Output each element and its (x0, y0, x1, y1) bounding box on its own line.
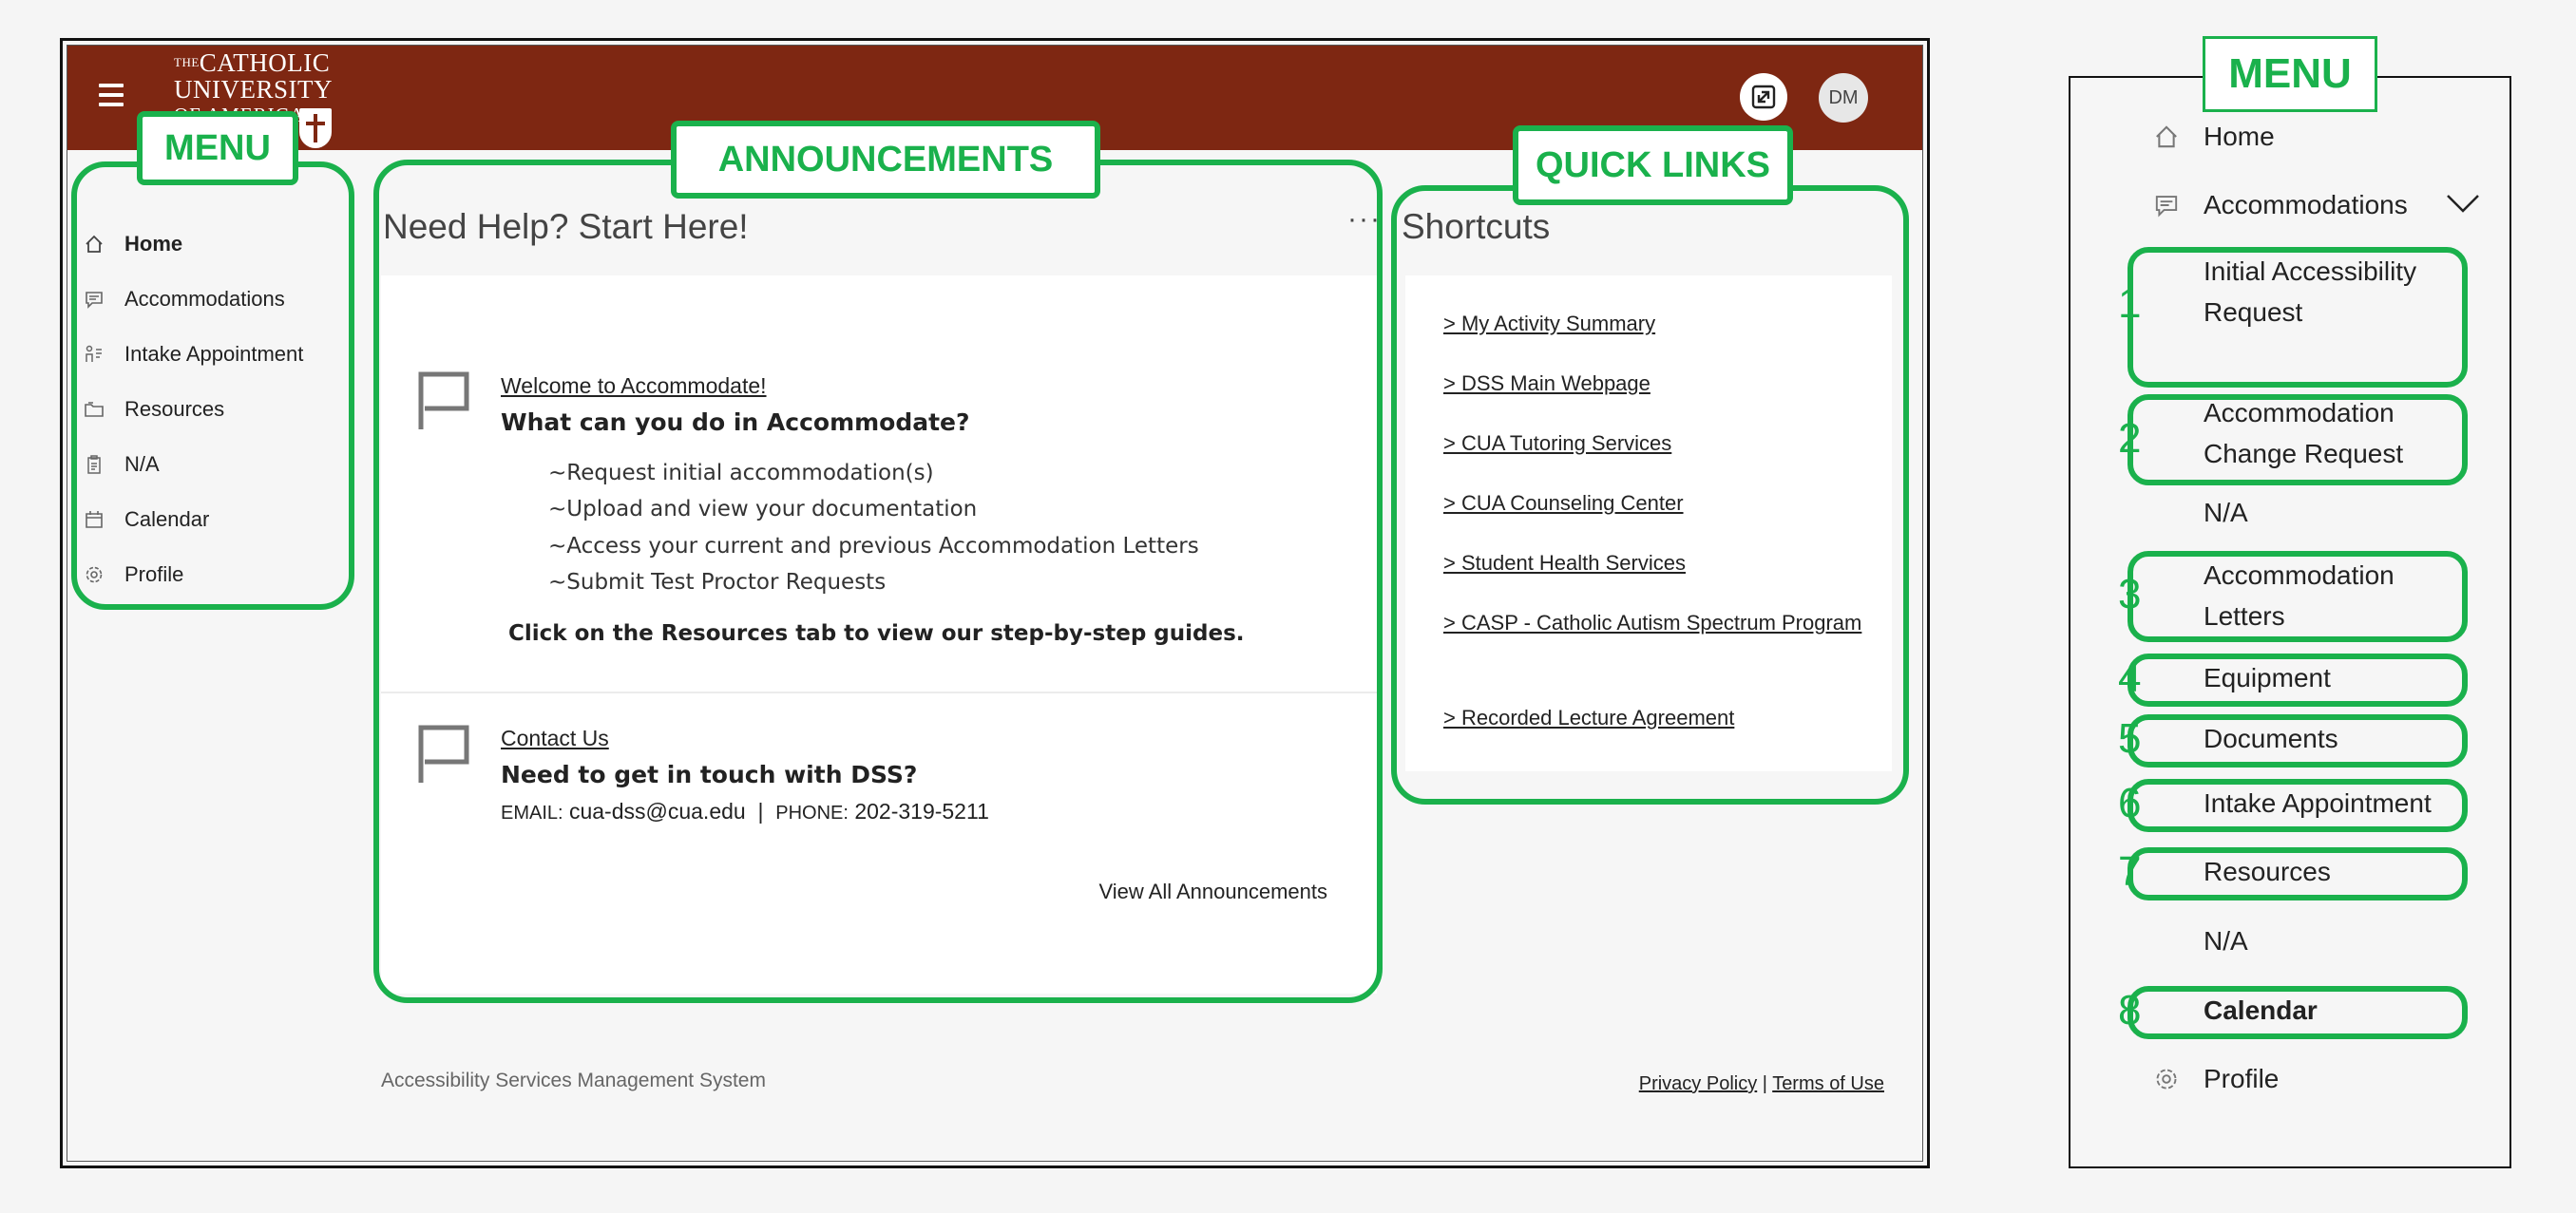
gear-icon (2150, 1063, 2183, 1095)
annotation-number: 3 (2118, 571, 2142, 617)
terms-of-use-link[interactable]: Terms of Use (1772, 1073, 1884, 1094)
avatar[interactable]: DM (1819, 73, 1868, 123)
logo-text-catholic: CATHOLIC (199, 49, 331, 77)
expand-icon[interactable] (1740, 73, 1787, 121)
menu-detail-panel: Home Accommodations 1 Initial Accessibil… (2069, 76, 2511, 1168)
menu-item-intake-appointment[interactable]: Intake Appointment (2204, 783, 2432, 824)
separator: | (1762, 1073, 1767, 1094)
menu-item-accommodations[interactable]: Accommodations (2204, 184, 2408, 225)
logo-text-the: THE (174, 55, 200, 69)
annotation-number: 4 (2118, 654, 2142, 701)
annotation-number: 8 (2118, 987, 2142, 1033)
menu-item-calendar[interactable]: Calendar (2204, 990, 2318, 1031)
announcements-highlight-box (373, 160, 1383, 1003)
hamburger-menu-icon[interactable] (99, 84, 124, 106)
footer-system-name: Accessibility Services Management System (381, 1070, 766, 1091)
privacy-policy-link[interactable]: Privacy Policy (1639, 1073, 1757, 1094)
quick-links-annotation-label: QUICK LINKS (1513, 125, 1793, 205)
menu-item-na[interactable]: N/A (2204, 920, 2248, 961)
annotation-number: 1 (2118, 280, 2142, 327)
menu-item-accommodation-change-request[interactable]: Accommodation Change Request (2204, 392, 2451, 474)
shield-icon (299, 108, 332, 148)
footer-links: Privacy Policy | Terms of Use (1639, 1073, 1884, 1095)
menu-item-na[interactable]: N/A (2204, 492, 2248, 533)
menu-panel-annotation-label: MENU (2203, 36, 2377, 112)
annotation-number: 6 (2118, 780, 2142, 826)
menu-annotation-label: MENU (137, 111, 298, 185)
menu-item-documents[interactable]: Documents (2204, 718, 2338, 759)
menu-item-profile[interactable]: Profile (2204, 1058, 2279, 1099)
menu-item-home[interactable]: Home (2204, 116, 2275, 157)
quick-links-highlight-box (1391, 185, 1909, 805)
home-icon (2150, 121, 2183, 153)
annotation-number: 5 (2118, 715, 2142, 762)
logo-text-university: UNIVERSITY (174, 75, 333, 104)
chevron-down-icon[interactable] (2445, 192, 2481, 219)
announcements-annotation-label: ANNOUNCEMENTS (671, 121, 1100, 199)
chat-icon (2150, 189, 2183, 221)
menu-highlight-box (71, 161, 354, 610)
menu-item-resources[interactable]: Resources (2204, 851, 2331, 892)
annotation-number: 7 (2118, 848, 2142, 895)
menu-item-equipment[interactable]: Equipment (2204, 657, 2331, 698)
annotation-number: 2 (2118, 415, 2142, 462)
menu-item-initial-accessibility-request[interactable]: Initial Accessibility Request (2204, 251, 2441, 332)
menu-item-accommodation-letters[interactable]: Accommodation Letters (2204, 555, 2451, 636)
